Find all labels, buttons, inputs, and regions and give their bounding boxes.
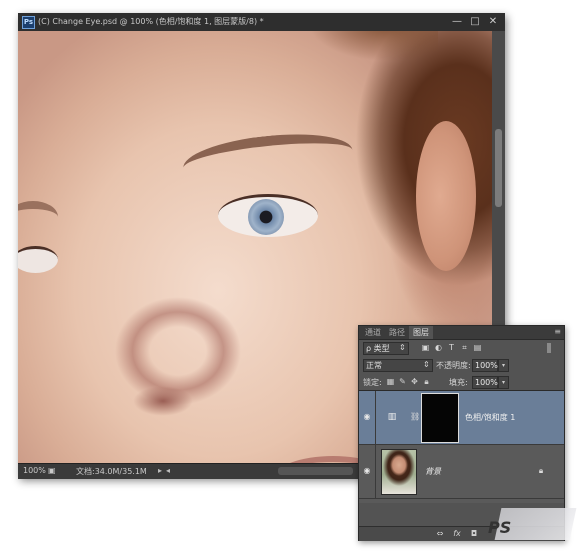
layer-name[interactable]: 背景 (425, 466, 441, 477)
lock-move-icon[interactable]: ✥ (410, 377, 419, 386)
visibility-column: ◉ (359, 445, 376, 498)
minimize-button[interactable]: — (449, 15, 465, 28)
nostril (133, 386, 193, 416)
link-layers-icon[interactable]: ⇔ (435, 529, 445, 539)
tab-channels[interactable]: 通道 (361, 326, 385, 339)
fill-input[interactable]: 100% (472, 376, 498, 389)
shape-filter-icon[interactable]: ⌗ (460, 343, 469, 352)
image-filter-icon[interactable]: ▣ (421, 343, 430, 352)
layer-filter-row: ρ 类型 ⇕ ▣ ◐ T ⌗ ▤ (359, 340, 564, 356)
filter-select-chevron-icon: ⇕ (399, 343, 406, 352)
layer-lock-icon: 🔒︎ (538, 466, 544, 475)
left-eyebrow (18, 201, 58, 233)
fill-label: 填充: (449, 378, 468, 387)
visibility-eye-icon[interactable]: ◉ (362, 412, 372, 422)
fx-icon[interactable]: fx (452, 529, 462, 539)
watermark-logo: PS (488, 518, 512, 537)
maximize-button[interactable]: □ (467, 15, 483, 28)
zoom-level[interactable]: 100% (23, 466, 46, 475)
type-filter-icon[interactable]: T (447, 343, 456, 352)
fill-stepper[interactable]: ▾ (498, 376, 509, 389)
smart-object-filter-icon[interactable]: ▤ (473, 343, 482, 352)
visibility-column: ◉ (359, 391, 376, 444)
lock-all-icon[interactable]: 🔒︎ (422, 377, 431, 386)
tab-layers[interactable]: 图层 (409, 326, 433, 339)
opacity-stepper[interactable]: ▾ (498, 359, 509, 372)
horizontal-scroll-thumb[interactable] (278, 467, 353, 475)
hue-saturation-adjustment-icon: ▥ (387, 412, 397, 422)
lock-brush-icon[interactable]: ✎ (398, 377, 407, 386)
panel-menu-icon[interactable]: ≡ (554, 327, 561, 336)
vertical-scroll-thumb[interactable] (495, 129, 502, 207)
layers-list: ◉ ▥ ⛓ 色相/饱和度 1 ◉ 背景 🔒︎ (359, 390, 564, 503)
photoshop-app-icon: Ps (22, 16, 35, 29)
lock-transparent-icon[interactable]: ▦ (386, 377, 395, 386)
lock-row: 锁定: ▦ ✎ ✥ 🔒︎ 填充: 100% ▾ (359, 374, 564, 390)
layer-background[interactable]: ◉ 背景 🔒︎ (359, 445, 564, 499)
document-title: (C) Change Eye.psd @ 100% (色相/饱和度 1, 图层蒙… (38, 17, 264, 26)
close-button[interactable]: ✕ (485, 15, 501, 28)
tab-paths[interactable]: 路径 (385, 326, 409, 339)
blend-row: 正常 ⇕ 不透明度: 100% ▾ (359, 357, 564, 373)
hair-top-region (298, 31, 438, 81)
blend-select-chevron-icon: ⇕ (423, 360, 430, 369)
lock-label: 锁定: (363, 378, 382, 387)
layer-hue-saturation[interactable]: ◉ ▥ ⛓ 色相/饱和度 1 (359, 391, 564, 445)
mask-link-icon[interactable]: ⛓ (410, 412, 420, 422)
scroll-left-arrow-icon[interactable]: ◂ (166, 466, 170, 475)
opacity-input[interactable]: 100% (472, 359, 498, 372)
filter-toggle[interactable] (547, 343, 551, 353)
right-eye (218, 194, 318, 237)
status-menu-arrow-icon[interactable]: ▸ (158, 466, 162, 475)
left-eye (18, 246, 58, 273)
panel-tabbar: 通道 路径 图层 ≡ (359, 326, 564, 340)
status-doc-icon: ▣ (48, 466, 56, 475)
background-layer-thumbnail (381, 449, 417, 495)
add-mask-icon[interactable]: ◘ (469, 529, 479, 539)
layer-mask-thumbnail[interactable] (421, 393, 459, 443)
ear-region (416, 121, 476, 271)
layer-name[interactable]: 色相/饱和度 1 (465, 412, 515, 423)
visibility-eye-icon[interactable]: ◉ (362, 466, 372, 476)
document-size-info: 文档:34.0M/35.1M (76, 467, 147, 476)
opacity-label: 不透明度: (436, 361, 471, 370)
adjustment-filter-icon[interactable]: ◐ (434, 343, 443, 352)
document-titlebar[interactable]: Ps (C) Change Eye.psd @ 100% (色相/饱和度 1, … (18, 13, 505, 32)
iris (248, 199, 284, 235)
